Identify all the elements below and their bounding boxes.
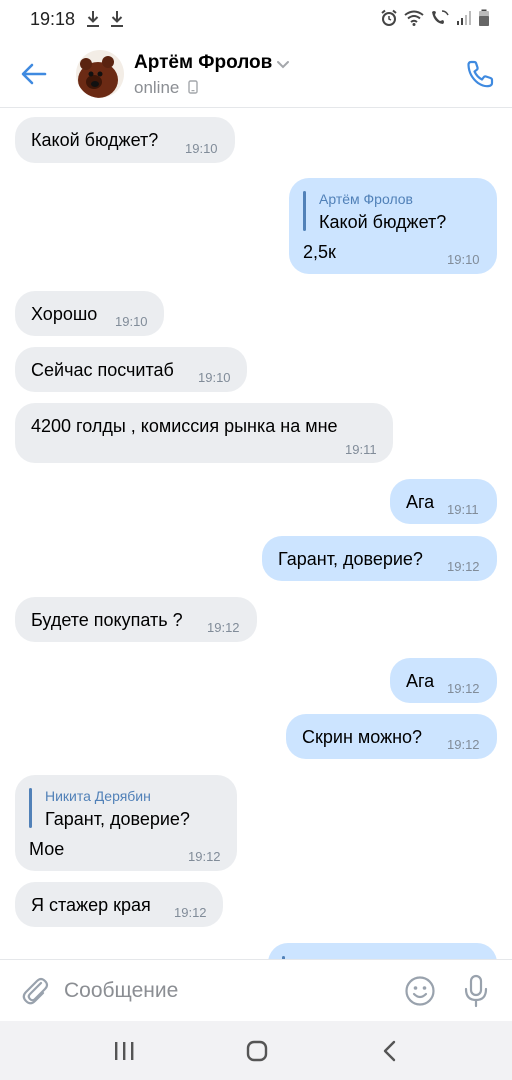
message-incoming[interactable]: 4200 голды , комиссия рынка на мне 19:11 (15, 403, 393, 463)
message-outgoing[interactable]: Ага 19:11 (390, 479, 497, 524)
smile-icon[interactable] (404, 975, 436, 1007)
microphone-icon[interactable] (462, 974, 490, 1008)
message-outgoing[interactable]: Ага 19:12 (390, 658, 497, 703)
message-time: 19:10 (447, 252, 480, 267)
recent-apps-icon[interactable] (109, 1037, 139, 1065)
message-text: Будете покупать ? (31, 610, 183, 630)
message-time: 19:12 (174, 905, 207, 920)
message-text: Хорошо (31, 304, 98, 324)
message-text: Мое (29, 839, 65, 859)
message-time: 19:10 (185, 141, 218, 156)
message-incoming[interactable]: Какой бюджет? 19:10 (15, 117, 235, 163)
message-incoming[interactable]: Никита Дерябин Гарант, доверие? Мое 19:1… (15, 775, 237, 871)
paperclip-icon[interactable] (20, 975, 50, 1007)
message-outgoing[interactable]: Скрин можно? 19:12 (286, 714, 497, 759)
message-time: 19:12 (447, 737, 480, 752)
message-text: Сейчас посчитаб (31, 360, 174, 380)
system-nav-bar (0, 1021, 512, 1080)
message-text: Гарант, доверие? (278, 549, 423, 569)
message-time: 19:12 (207, 620, 240, 635)
message-time: 19:12 (447, 681, 480, 696)
message-text: 2,5к (303, 242, 336, 262)
chat-header: Артём Фролов online (0, 38, 512, 108)
message-text: Ага (406, 492, 435, 512)
chevron-down-icon[interactable] (276, 60, 290, 70)
contact-name[interactable]: Артём Фролов (134, 52, 272, 74)
message-time: 19:12 (188, 849, 221, 864)
reply-author: Артём Фролов (319, 191, 413, 207)
message-outgoing[interactable]: Гарант, доверие? 19:12 (262, 536, 497, 581)
message-outgoing[interactable]: Артём Фролов Какой бюджет? 2,5к 19:10 (289, 178, 497, 274)
message-time: 19:11 (447, 502, 479, 517)
reply-text: Какой бюджет? (319, 212, 447, 232)
battery-icon (479, 9, 489, 26)
contact-status: online (134, 78, 198, 98)
message-time: 19:10 (198, 370, 231, 385)
message-incoming[interactable]: Я стажер края 19:12 (15, 882, 223, 927)
message-time: 19:12 (447, 559, 480, 574)
reply-quote-bar (303, 191, 306, 231)
message-text: Ага (406, 671, 435, 691)
status-text: online (134, 78, 180, 97)
message-list[interactable]: Какой бюджет? 19:10 Артём Фролов Какой б… (0, 109, 512, 959)
wifi-call-icon (432, 10, 449, 24)
wifi-icon (404, 10, 424, 26)
message-time: 19:11 (345, 442, 377, 457)
message-incoming[interactable]: Хорошо 19:10 (15, 291, 164, 336)
status-bar: 19:18 (0, 0, 512, 38)
message-incoming[interactable]: Будете покупать ? 19:12 (15, 597, 257, 642)
reply-author: Никита Дерябин (45, 788, 151, 804)
back-nav-icon[interactable] (376, 1037, 406, 1065)
phone-icon[interactable] (464, 58, 496, 90)
status-time: 19:18 (30, 9, 76, 29)
reply-text: Гарант, доверие? (45, 809, 190, 829)
avatar[interactable] (76, 50, 124, 98)
arrow-left-icon[interactable] (18, 58, 50, 90)
message-text: Я стажер края (31, 895, 151, 915)
message-outgoing[interactable] (268, 943, 497, 959)
reply-quote-bar (29, 788, 32, 828)
download-icon (111, 11, 123, 27)
signal-icon (457, 11, 471, 25)
message-incoming[interactable]: Сейчас посчитаб 19:10 (15, 347, 247, 392)
message-time: 19:10 (115, 314, 148, 329)
message-input[interactable] (64, 972, 384, 1010)
composer (0, 959, 512, 1021)
download-icon (87, 11, 99, 27)
home-icon[interactable] (242, 1037, 272, 1065)
message-text: 4200 голды , комиссия рынка на мне (31, 416, 338, 436)
alarm-icon (381, 9, 397, 26)
message-text: Какой бюджет? (31, 130, 159, 150)
message-text: Скрин можно? (302, 727, 423, 747)
mobile-device-icon (188, 80, 198, 94)
